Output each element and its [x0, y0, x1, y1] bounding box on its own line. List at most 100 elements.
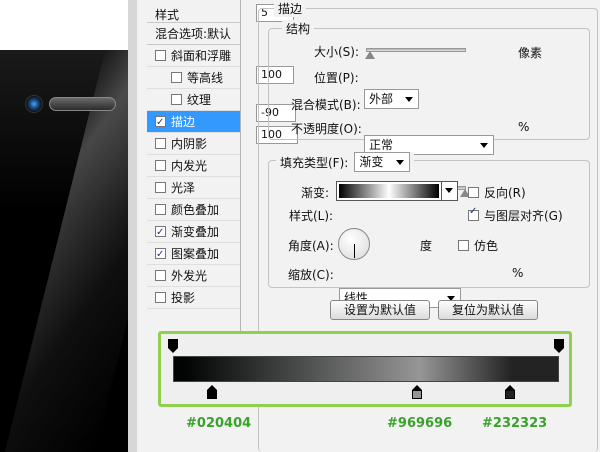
style-item-label: 斜面和浮雕	[171, 48, 232, 63]
chevron-down-icon	[396, 160, 405, 165]
structure-title: 结构	[282, 20, 315, 37]
color-stop-3[interactable]	[505, 385, 515, 399]
style-item-checkbox[interactable]	[155, 138, 166, 149]
color-stop-swatch	[505, 390, 515, 399]
style-item[interactable]: 等高线	[147, 67, 240, 89]
angle-unit: 度	[420, 239, 433, 253]
reverse-checkbox[interactable]	[468, 187, 479, 198]
style-item[interactable]: 斜面和浮雕	[147, 45, 240, 67]
opacity-label: 不透明度(O):	[291, 122, 362, 136]
gradient-label: 渐变:	[301, 186, 330, 200]
opacity-stop-right[interactable]	[554, 339, 564, 353]
stop-hex-label-3: #232323	[482, 416, 548, 431]
color-stop-2[interactable]	[412, 385, 422, 399]
style-item-label: 投影	[171, 290, 196, 305]
style-item-checkbox[interactable]	[155, 112, 166, 134]
dither-checkbox[interactable]	[458, 240, 469, 251]
size-label: 大小(S):	[314, 45, 360, 59]
size-unit: 像素	[518, 46, 543, 60]
style-item[interactable]: 内发光	[147, 155, 240, 177]
style-item-checkbox[interactable]	[155, 50, 166, 61]
size-slider-thumb[interactable]	[365, 51, 375, 59]
opacity-unit: %	[518, 120, 530, 134]
style-item-checkbox[interactable]	[155, 270, 166, 281]
opacity-stop-pointer	[168, 348, 178, 353]
style-item[interactable]: 外发光	[147, 265, 240, 287]
gradient-dropdown[interactable]	[441, 182, 457, 200]
blend-mode-label: 混合模式(B):	[291, 98, 361, 112]
style-label: 样式(L):	[289, 209, 334, 223]
color-stop-1[interactable]	[207, 385, 217, 399]
fill-type-select[interactable]: 渐变	[354, 152, 411, 172]
style-item[interactable]: 图案叠加	[147, 243, 240, 266]
stop-hex-label-2: #969696	[387, 416, 453, 431]
gradient-bar[interactable]	[173, 356, 559, 382]
fill-type-value: 渐变	[359, 155, 384, 169]
style-item-label: 等高线	[187, 70, 224, 85]
align-layer-label: 与图层对齐(G)	[484, 209, 563, 223]
style-item-checkbox[interactable]	[155, 204, 166, 215]
style-item-label: 颜色叠加	[171, 202, 220, 217]
style-item[interactable]: 颜色叠加	[147, 199, 240, 221]
stop-hex-label-1: #020404	[186, 416, 252, 431]
position-label: 位置(P):	[314, 71, 359, 85]
gradient-swatch[interactable]	[339, 184, 439, 198]
blend-mode-value: 正常	[369, 138, 394, 152]
size-slider[interactable]	[365, 48, 466, 59]
color-stop-swatch	[412, 390, 422, 399]
opacity-stop-pointer	[554, 348, 564, 353]
color-stop-swatch	[207, 390, 217, 399]
style-item-checkbox[interactable]	[155, 292, 166, 303]
canvas-artwork	[0, 0, 137, 452]
style-item[interactable]: 投影	[147, 287, 240, 309]
chevron-down-icon	[445, 188, 453, 193]
gradient-picker[interactable]	[336, 181, 458, 201]
style-item-label: 外发光	[171, 268, 208, 283]
chevron-down-icon	[405, 97, 413, 102]
style-item-label: 光泽	[171, 180, 196, 195]
style-item[interactable]: 描边	[147, 111, 240, 134]
angle-label: 角度(A):	[288, 239, 334, 253]
style-item-label: 渐变叠加	[171, 224, 220, 239]
dither-label: 仿色	[474, 239, 499, 253]
style-item-checkbox[interactable]	[171, 72, 182, 83]
blend-options-item[interactable]: 混合选项:默认	[147, 23, 240, 45]
make-default-button[interactable]: 设置为默认值	[330, 300, 430, 320]
style-item[interactable]: 内阴影	[147, 133, 240, 155]
style-item-label: 描边	[171, 114, 196, 129]
angle-dial[interactable]	[338, 228, 370, 260]
scale-unit: %	[512, 266, 524, 280]
style-item-checkbox[interactable]	[155, 244, 166, 266]
style-item[interactable]: 渐变叠加	[147, 221, 240, 244]
style-item-label: 内发光	[171, 158, 208, 173]
style-item-checkbox[interactable]	[155, 182, 166, 193]
style-item[interactable]: 光泽	[147, 177, 240, 199]
angle-dial-needle	[354, 244, 355, 258]
style-item-label: 纹理	[187, 92, 212, 107]
fill-type-label: 填充类型(F):	[280, 155, 349, 170]
opacity-stop-swatch	[554, 339, 564, 348]
canvas-white-area	[0, 0, 128, 50]
opacity-stop-swatch	[168, 339, 178, 348]
styles-header[interactable]: 样式	[147, 0, 240, 23]
position-select[interactable]: 外部	[364, 89, 419, 109]
canvas-edge	[128, 0, 137, 452]
scale-label: 缩放(C):	[288, 268, 334, 282]
opacity-stop-left[interactable]	[168, 339, 178, 353]
position-value: 外部	[369, 92, 394, 106]
align-layer-checkbox[interactable]	[468, 206, 479, 221]
gradient-editor	[158, 331, 572, 407]
style-item-checkbox[interactable]	[155, 222, 166, 244]
reverse-label: 反向(R)	[484, 186, 526, 200]
style-item-checkbox[interactable]	[155, 160, 166, 171]
phone-camera	[25, 95, 43, 113]
reset-default-button[interactable]: 复位为默认值	[438, 300, 538, 320]
layer-style-list: 样式 混合选项:默认 斜面和浮雕等高线纹理描边内阴影内发光光泽颜色叠加渐变叠加图…	[147, 0, 241, 340]
blend-options-label: 混合选项:默认	[155, 26, 232, 41]
stroke-title: 描边	[274, 0, 307, 17]
phone-speaker	[49, 97, 116, 111]
style-item-label: 内阴影	[171, 136, 208, 151]
chevron-down-icon	[480, 143, 488, 148]
style-item[interactable]: 纹理	[147, 89, 240, 111]
style-item-checkbox[interactable]	[171, 94, 182, 105]
